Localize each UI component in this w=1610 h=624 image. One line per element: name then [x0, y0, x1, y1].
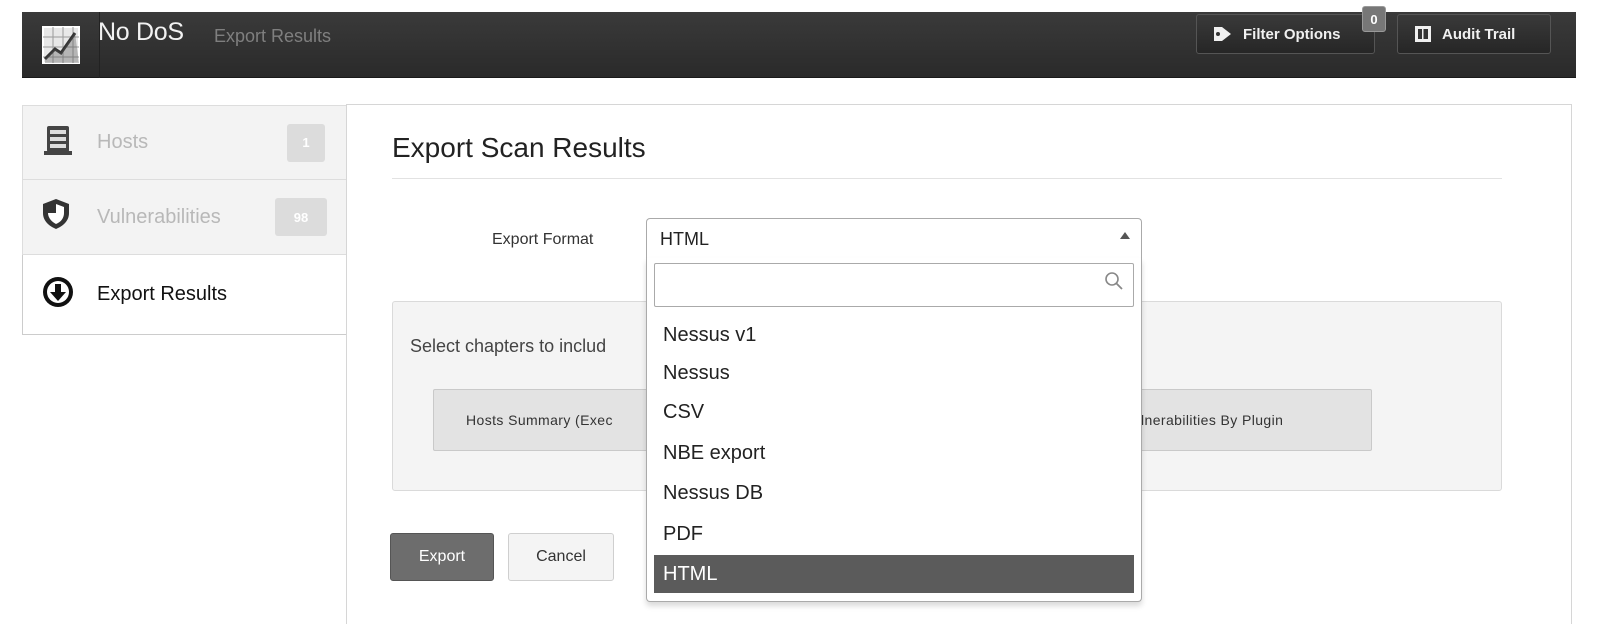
- export-format-label: Export Format: [492, 231, 594, 248]
- app-title: No DoS: [98, 18, 184, 46]
- chapters-instruction: Select chapters to includ: [410, 336, 607, 356]
- chapter-label: lnerabilities By Plugin: [1141, 412, 1284, 428]
- sidebar: Hosts 1 Vulnerabilities 98 Export Result…: [22, 105, 348, 335]
- filter-count-badge: 0: [1362, 6, 1386, 32]
- dropdown-option-nessus[interactable]: Nessus: [654, 354, 1134, 392]
- export-format-value: HTML: [660, 229, 709, 249]
- sidebar-item-hosts[interactable]: Hosts 1: [22, 105, 348, 180]
- dropdown-option-html[interactable]: HTML: [654, 555, 1134, 593]
- filter-options-label: Filter Options: [1243, 25, 1341, 43]
- dropdown-search-input[interactable]: [654, 263, 1134, 307]
- logo[interactable]: [22, 12, 100, 78]
- dropdown-option-nessus-db[interactable]: Nessus DB: [654, 474, 1134, 512]
- cancel-button[interactable]: Cancel: [508, 533, 614, 581]
- filter-options-button[interactable]: Filter Options: [1196, 14, 1375, 54]
- sidebar-item-label: Hosts: [97, 131, 149, 153]
- chart-logo-icon: [41, 26, 80, 64]
- dropdown-option-nbe-export[interactable]: NBE export: [654, 434, 1134, 472]
- export-format-select[interactable]: [646, 218, 1142, 260]
- page-subtitle: Export Results: [214, 26, 332, 46]
- vulnerabilities-count-badge: 98: [275, 198, 327, 236]
- sidebar-item-vulnerabilities[interactable]: Vulnerabilities 98: [22, 180, 348, 255]
- server-stack-icon: [41, 123, 75, 163]
- sidebar-item-export-results[interactable]: Export Results: [22, 255, 348, 335]
- sidebar-item-label: Vulnerabilities: [97, 205, 221, 228]
- audit-trail-label: Audit Trail: [1442, 25, 1516, 43]
- title-divider: [392, 178, 1502, 179]
- page-title: Export Scan Results: [392, 132, 646, 163]
- chapter-vulnerabilities-by-plugin-button[interactable]: lnerabilities By Plugin: [1136, 389, 1372, 451]
- tag-icon: [1214, 27, 1231, 41]
- hosts-count-badge: 1: [287, 123, 325, 162]
- export-button[interactable]: Export: [390, 533, 494, 581]
- book-icon: [1415, 26, 1431, 42]
- dropdown-option-csv[interactable]: CSV: [654, 393, 1134, 431]
- chevron-up-icon[interactable]: [1120, 232, 1130, 239]
- sidebar-item-label: Export Results: [97, 283, 228, 305]
- chapter-label: Hosts Summary (Exec: [466, 412, 613, 428]
- dropdown-option-pdf[interactable]: PDF: [654, 515, 1134, 553]
- shield-icon: [41, 198, 71, 236]
- download-circle-icon: [41, 275, 75, 315]
- search-icon: [1104, 271, 1124, 296]
- audit-trail-button[interactable]: Audit Trail: [1397, 14, 1551, 54]
- chapter-hosts-summary-button[interactable]: Hosts Summary (Exec: [433, 389, 673, 451]
- dropdown-option-nessus-v1[interactable]: Nessus v1: [654, 316, 1134, 354]
